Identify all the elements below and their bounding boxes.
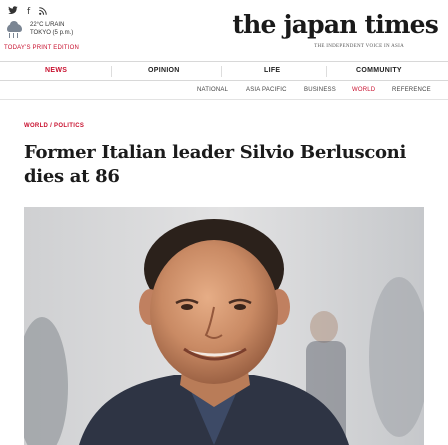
top-bar: f 22°C L/RAIN TOKYO (5 p.m.) TODAY'S PRI… xyxy=(0,0,448,58)
subnav-national[interactable]: NATIONAL xyxy=(197,87,228,93)
site-tagline: THE INDEPENDENT VOICE IN ASIA xyxy=(314,44,404,49)
rain-cloud-icon xyxy=(4,21,24,41)
article-photo xyxy=(24,207,424,445)
article-headline: Former Italian leader Silvio Berlusconi … xyxy=(24,142,407,187)
portrait-illustration xyxy=(24,207,424,445)
weather-temperature: 22°C L/RAIN xyxy=(30,22,65,28)
article-kicker[interactable]: WORLD / POLITICS xyxy=(24,123,84,129)
subnav-business[interactable]: BUSINESS xyxy=(304,87,336,93)
weather-widget[interactable]: 22°C L/RAIN TOKYO (5 p.m.) xyxy=(4,21,73,41)
nav-divider xyxy=(221,66,222,77)
weather-text: 22°C L/RAIN TOKYO (5 p.m.) xyxy=(30,21,73,37)
twitter-icon[interactable] xyxy=(8,6,18,18)
subnav-world[interactable]: WORLD xyxy=(352,87,375,93)
print-edition-link[interactable]: TODAY'S PRINT EDITION xyxy=(4,45,79,51)
nav-news[interactable]: NEWS xyxy=(45,67,67,74)
facebook-icon[interactable]: f xyxy=(27,7,30,17)
subnav-asia-pacific[interactable]: ASIA PACIFIC xyxy=(246,87,287,93)
nav-divider xyxy=(326,66,327,77)
nav-life[interactable]: LIFE xyxy=(264,67,280,74)
subnav-reference[interactable]: REFERENCE xyxy=(392,87,431,93)
rss-icon[interactable] xyxy=(39,6,47,18)
nav-divider xyxy=(111,66,112,77)
sub-nav: NATIONAL ASIA PACIFIC BUSINESS WORLD REF… xyxy=(0,81,448,100)
social-links: f xyxy=(8,6,47,18)
site-logo[interactable]: the japan times xyxy=(232,10,438,39)
weather-location: TOKYO (5 p.m.) xyxy=(30,30,74,36)
main-nav: NEWS OPINION LIFE COMMUNITY xyxy=(0,61,448,81)
nav-opinion[interactable]: OPINION xyxy=(148,67,180,74)
nav-community[interactable]: COMMUNITY xyxy=(356,67,402,74)
